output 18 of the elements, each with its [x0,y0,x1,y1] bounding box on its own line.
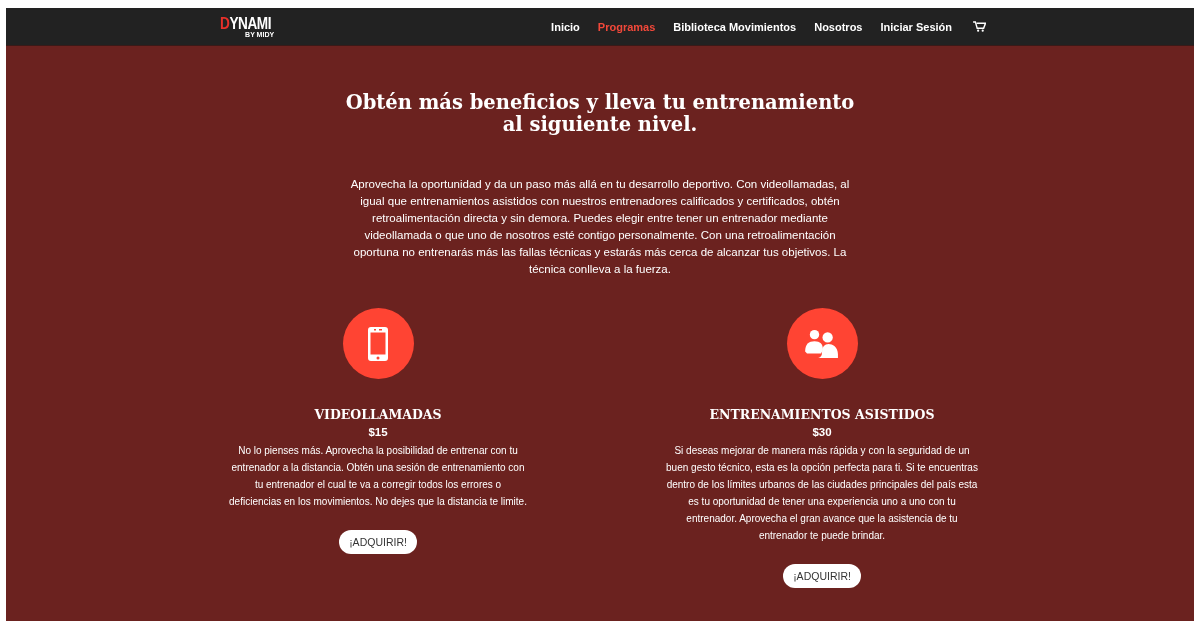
nav-link[interactable]: Biblioteca Movimientos [673,20,797,33]
plan-title: ENTRENAMIENTOS ASISTIDOS [709,407,935,423]
nav-link[interactable]: Inicio [551,20,580,33]
people-icon [805,328,839,359]
plan-price: $30 [812,426,832,438]
nav-link[interactable]: Nosotros [814,20,863,33]
buy-button[interactable]: ¡ADQUIRIR! [783,564,861,588]
section-title: Obtén más beneficios y lleva tu entrenamiento al siguiente nivel. [344,92,856,136]
phone-icon [368,326,388,361]
nav-link[interactable]: Programas [597,20,656,33]
plan-description: No lo pienses más. Aprovecha la posibilidad de entrenar con tu entrenador a la distancia. Obtén una sesión de entrenamiento con tu entrenador el cual te va a corregir todos los errores o deficiencias en los movimientos. No dejes que la distancia te limite. [228,444,528,509]
intro-paragraph: Aprovecha la oportunidad y da un paso más allá en tu desarrollo deportivo. Con videollamadas, al igual que entrenamientos asistidos con nuestros entrenadores calificados y certificados, obtén retroalimentación directa y sin demora. Puedes elegir entre tener un entrenador mediante videollamada o que uno de nosotros esté contigo personalmente. Con una retroalimentación oportuna no entrenarás más las fallas técnicas y estarás más cerca de alcanzar tus objetivos. La técnica conlleva a la fuerza. [349,177,851,277]
plan-description: Si deseas mejorar de manera más rápida y con la seguridad de un buen gesto técnico, esta es la opción perfecta para ti. Si te encuentras dentro de los límites urbanos de las ciudades principales del país esta es tu oportunidad de tener una experiencia uno a uno con tu entrenador. Aprovecha el gran avance que la asistencia de tu entrenador te puede brindar. [666,444,978,543]
cart-icon[interactable] [973,21,986,32]
nav-link[interactable]: Iniciar Sesión [880,20,952,33]
plan-price: $15 [368,426,388,438]
buy-button[interactable]: ¡ADQUIRIR! [339,530,417,554]
plan-title: VIDEOLLAMADAS [314,407,442,423]
